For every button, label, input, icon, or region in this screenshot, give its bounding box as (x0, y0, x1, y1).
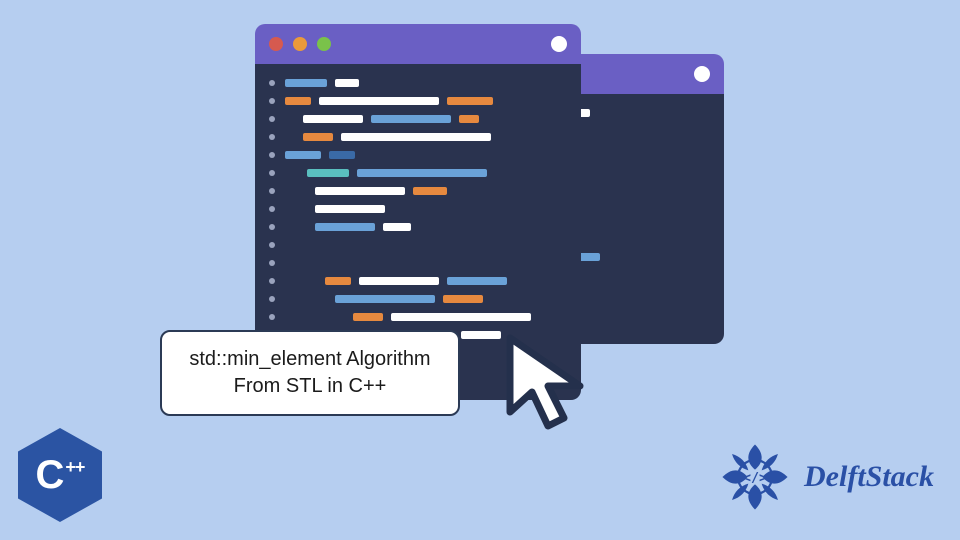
brand-name: DelftStack (804, 460, 934, 494)
window-control-dot (694, 66, 710, 82)
svg-text:</>: </> (743, 471, 767, 486)
canvas: std::min_element Algorithm From STL in C… (0, 0, 960, 540)
cursor-arrow-icon (500, 330, 610, 440)
caption-box: std::min_element Algorithm From STL in C… (160, 330, 460, 416)
cpp-letter: C (36, 453, 64, 498)
traffic-light-yellow-icon (293, 37, 307, 51)
caption-line-1: std::min_element Algorithm (178, 346, 442, 373)
cpp-plus-plus: ++ (65, 457, 84, 478)
brand-logo-icon: </> (718, 440, 792, 514)
window-control-dot (551, 36, 567, 52)
traffic-light-red-icon (269, 37, 283, 51)
cpp-language-badge: C ++ (18, 428, 102, 522)
hexagon-icon: C ++ (18, 428, 102, 522)
window-titlebar-front (255, 24, 581, 64)
caption-line-2: From STL in C++ (178, 373, 442, 400)
brand: </> DelftStack (718, 440, 934, 514)
traffic-light-green-icon (317, 37, 331, 51)
